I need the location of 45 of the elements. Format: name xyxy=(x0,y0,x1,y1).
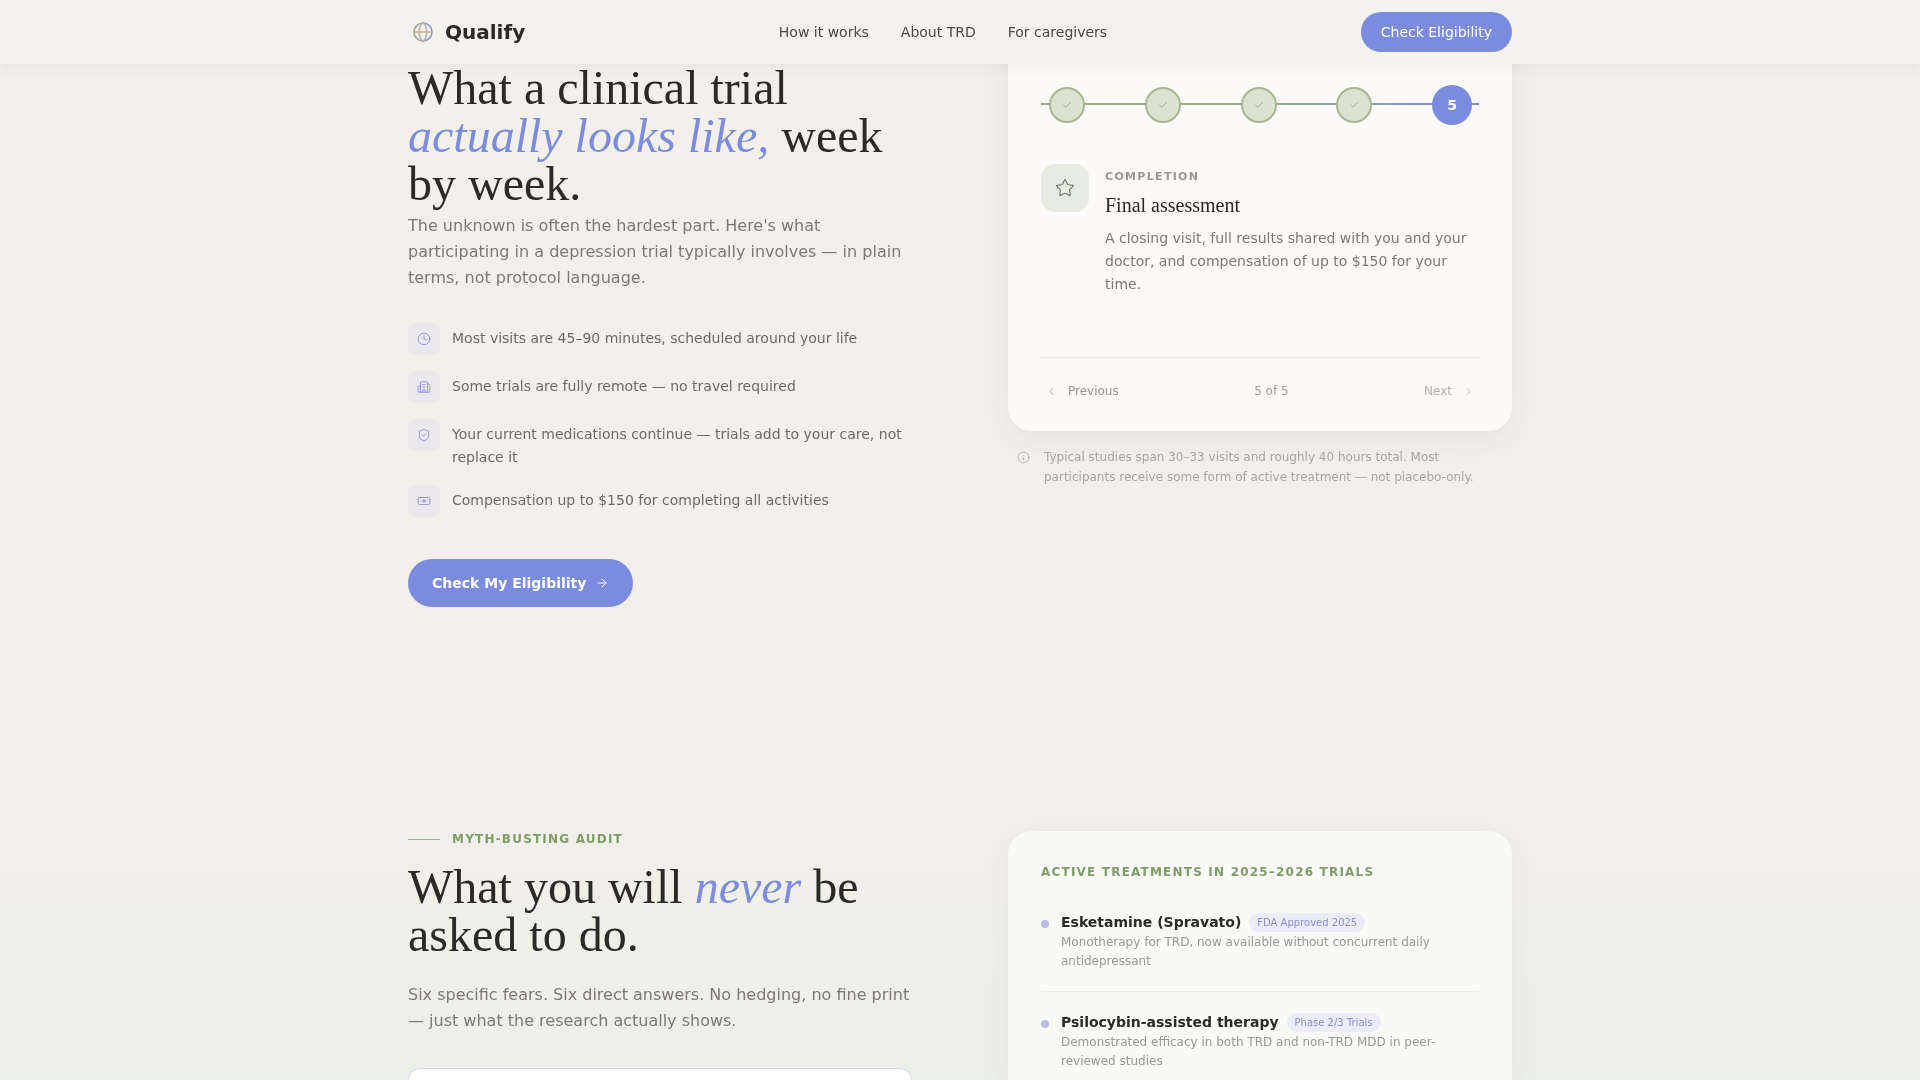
clock-icon xyxy=(408,323,440,355)
page-indicator: 5 of 5 xyxy=(1254,383,1289,400)
card-title: ACTIVE TREATMENTS IN 2025–2026 TRIALS xyxy=(1041,864,1376,880)
treatment-badge: Phase 2/3 Trials xyxy=(1286,1012,1381,1032)
globe-icon xyxy=(413,22,433,42)
section-eyebrow: MYTH-BUSTING AUDIT xyxy=(452,831,623,847)
step-category: COMPLETION xyxy=(1105,169,1201,185)
step-marker[interactable] xyxy=(1240,87,1277,123)
check-icon xyxy=(1349,100,1360,110)
star-icon xyxy=(1041,164,1089,212)
treatment-description: Monotherapy for TRD, now available without concurrent daily antidepressant xyxy=(1061,934,1431,970)
previous-button[interactable]: Previous xyxy=(1041,381,1119,401)
section-heading: What you will never be asked to do. xyxy=(408,863,860,959)
step-marker[interactable] xyxy=(1049,87,1085,123)
info-icon xyxy=(1017,451,1030,464)
check-icon xyxy=(1157,100,1168,110)
nav-link[interactable]: How it works xyxy=(778,22,869,42)
treatment-badge: FDA Approved 2025 xyxy=(1249,912,1366,932)
check-icon xyxy=(1062,100,1072,110)
hero-heading: What a clinical trial actually looks like, week by week. xyxy=(408,64,884,208)
feature-text: Compensation up to $150 for completing all activities xyxy=(452,491,829,510)
footnote: Typical studies span 30–33 visits and roughly 40 hours total. Most participants receive some form of active treatment — not placebo-only. xyxy=(1044,449,1475,486)
check-icon xyxy=(1253,100,1264,110)
treatment-name: Esketamine (Spravato) xyxy=(1061,913,1242,932)
step-description: A closing visit, full results shared with you and your doctor, and compensation of up to $150 for your time. xyxy=(1105,229,1468,294)
check-my-eligibility-button[interactable]: Check My Eligibility xyxy=(408,559,634,607)
check-eligibility-button[interactable]: Check Eligibility xyxy=(1360,12,1512,52)
nav-link[interactable]: For caregivers xyxy=(1007,22,1108,42)
hero-intro: The unknown is often the hardest part. Here's what participating in a depression trial typically involves — in plain terms, not protocol language. xyxy=(408,215,903,289)
building-icon xyxy=(408,371,440,403)
step-marker[interactable]: 5 xyxy=(1432,85,1472,125)
arrow-right-icon xyxy=(595,576,610,590)
brand-name: Qualify xyxy=(445,19,526,46)
nav-link[interactable]: About TRD xyxy=(900,22,976,42)
feature-text: Most visits are 45–90 minutes, scheduled around your life xyxy=(452,329,858,348)
step-marker[interactable] xyxy=(1144,87,1181,123)
treatment-description: Demonstrated efficacy in both TRD and non-TRD MDD in peer-reviewed studies xyxy=(1061,1034,1437,1070)
banknote-icon xyxy=(408,485,440,517)
treatment-name: Psilocybin-assisted therapy xyxy=(1061,1013,1279,1032)
step-title: Final assessment xyxy=(1105,193,1241,218)
feature-text: Some trials are fully remote — no travel required xyxy=(452,377,796,396)
shield-check-icon xyxy=(408,419,440,451)
section-intro: Six specific fears. Six direct answers. No hedging, no fine print — just what the research actually shows. xyxy=(408,984,911,1032)
step-marker[interactable] xyxy=(1336,87,1373,123)
feature-text: Your current medications continue — trials add to your care, not replace it xyxy=(452,425,903,467)
